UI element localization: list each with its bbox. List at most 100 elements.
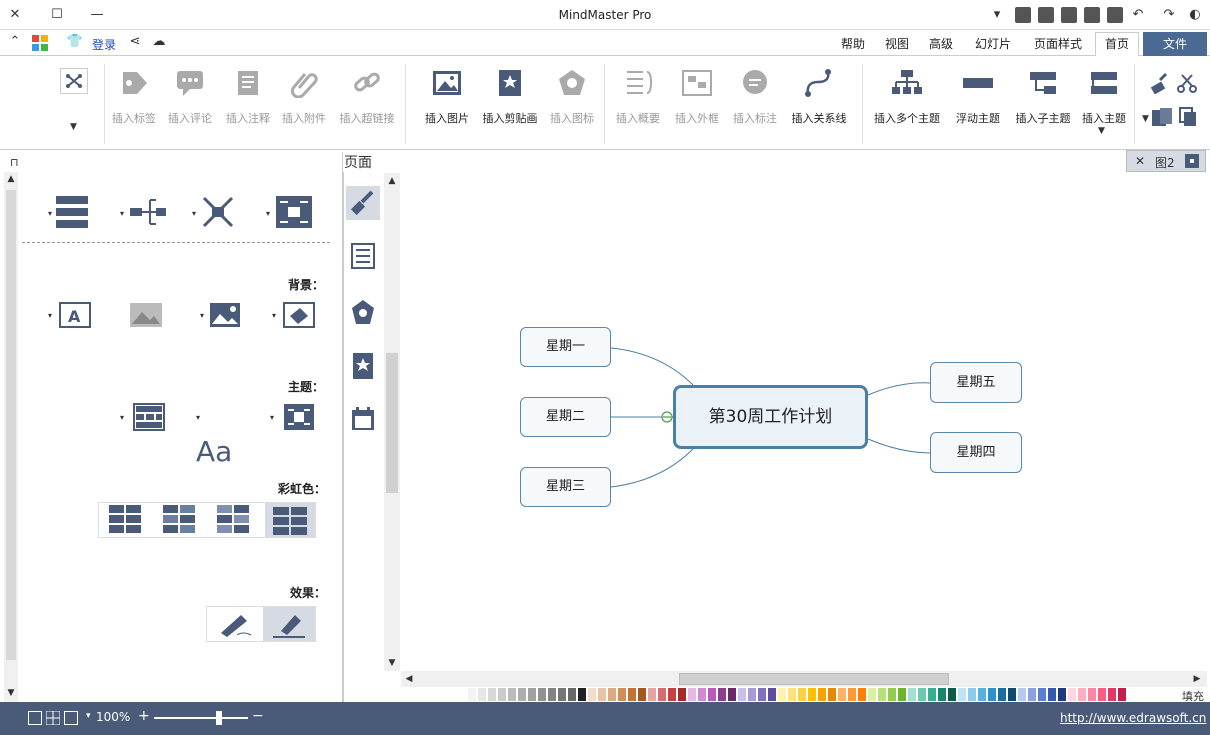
canvas-scroll-left-icon[interactable]: ◀ [401,671,417,687]
color-swatch[interactable] [718,688,726,701]
canvas-scroll-right-icon[interactable]: ▶ [1189,671,1205,687]
color-swatch[interactable] [508,688,516,701]
zoom-out-icon[interactable]: − [252,708,264,724]
website-link[interactable]: http://www.edrawsoft.cn [1060,711,1206,725]
hand-drawn-effect-button[interactable] [215,609,255,639]
redo-icon[interactable]: ↷ [1160,6,1178,24]
topic-node-wednesday[interactable]: 星期三 [520,467,611,507]
color-swatch[interactable] [958,688,966,701]
format-painter-icon[interactable] [1150,72,1170,95]
insert-multiple-topics-button[interactable]: 插入多个主题 [868,64,946,134]
customize-icon[interactable]: ▾ [988,6,1006,24]
theme-color-button[interactable]: ▾ [120,402,166,432]
color-swatch[interactable] [1018,688,1026,701]
cut-icon[interactable] [1176,72,1198,94]
insert-hyperlink-button[interactable]: 插入超链接 [334,64,400,134]
grid-icon[interactable] [45,710,61,726]
zoom-dropdown-icon[interactable]: ▾ [86,711,91,721]
zoom-level[interactable]: 100% [96,710,130,724]
layout-icon[interactable] [60,68,88,94]
color-swatch[interactable] [898,688,906,701]
clipart-panel-icon[interactable] [352,352,374,380]
theme-font-button[interactable]: ▾ Aa [196,400,242,468]
layout-dropdown-icon[interactable]: ▼ [70,122,77,132]
color-swatch[interactable] [578,688,586,701]
color-swatch[interactable] [668,688,676,701]
login-link[interactable]: 登录 [92,36,116,53]
color-swatch[interactable] [538,688,546,701]
color-swatch[interactable] [858,688,866,701]
color-swatch[interactable] [708,688,716,701]
color-swatch[interactable] [868,688,876,701]
share-network-icon[interactable]: ⋖ [126,33,144,51]
color-swatch[interactable] [888,688,896,701]
color-swatch[interactable] [598,688,606,701]
tab-slides[interactable]: 幻灯片 [970,34,1016,54]
color-swatch[interactable] [618,688,626,701]
zoom-in-icon[interactable]: + [138,708,150,724]
calendar-icon[interactable] [350,406,376,432]
color-swatch[interactable] [948,688,956,701]
color-swatch[interactable] [588,688,596,701]
theme-style-button[interactable]: ▾ [270,402,316,432]
color-swatch[interactable] [748,688,756,701]
color-swatch[interactable] [568,688,576,701]
rainbow-option-1[interactable] [109,505,143,535]
save-icon[interactable] [1061,7,1077,23]
color-swatch[interactable] [978,688,986,701]
rainbow-option-3[interactable] [217,505,251,535]
color-swatch[interactable] [788,688,796,701]
color-swatch[interactable] [998,688,1006,701]
color-swatch[interactable] [608,688,616,701]
color-swatch[interactable] [1068,688,1076,701]
canvas-scroll-up-icon[interactable]: ▲ [384,173,400,189]
zoom-slider[interactable] [154,717,248,719]
print-icon[interactable] [1038,7,1054,23]
page-setup-icon[interactable] [28,711,42,725]
export-icon[interactable] [1015,7,1031,23]
bg-text-button[interactable]: ▾ A [48,302,92,328]
bg-image-button[interactable]: ▾ [200,302,242,328]
color-swatch[interactable] [488,688,496,701]
color-swatch[interactable] [1078,688,1086,701]
color-swatch[interactable] [1108,688,1116,701]
collapse-ribbon-icon[interactable]: ⌃ [6,33,24,51]
topic-node-thursday[interactable]: 星期四 [930,432,1022,473]
insert-clipart-button[interactable]: 插入剪贴画 [480,64,540,134]
color-swatch[interactable] [498,688,506,701]
color-swatch[interactable] [1098,688,1106,701]
central-topic-node[interactable]: 第30周工作计划 [673,385,868,449]
color-swatch[interactable] [988,688,996,701]
color-swatch[interactable] [928,688,936,701]
color-swatch[interactable] [848,688,856,701]
color-swatch[interactable] [768,688,776,701]
insert-callout-button[interactable]: 插入标注 [728,64,782,134]
map-layout-button[interactable]: ▾ [192,194,242,230]
color-swatch[interactable] [628,688,636,701]
color-swatch[interactable] [528,688,536,701]
color-swatch[interactable] [738,688,746,701]
zoom-slider-handle[interactable] [216,711,222,725]
fit-page-icon[interactable] [64,711,78,725]
color-swatch[interactable] [558,688,566,701]
color-swatch[interactable] [698,688,706,701]
document-tab[interactable]: ✕ 图2 [1126,150,1206,172]
color-swatch[interactable] [818,688,826,701]
mindmap-canvas[interactable]: 星期一 星期二 星期三 第30周工作计划 星期五 星期四 [401,173,1188,671]
color-swatch[interactable] [938,688,946,701]
pin-icon[interactable]: ⊓ [10,156,19,169]
insert-summary-button[interactable]: 插入概要 [610,64,666,134]
color-swatch[interactable] [688,688,696,701]
color-swatch[interactable] [1028,688,1036,701]
color-swatch[interactable] [1058,688,1066,701]
insert-subtopic-button[interactable]: 插入子主题 [1010,64,1076,134]
rainbow-option-4[interactable] [265,503,315,537]
tab-advanced[interactable]: 高级 [924,34,958,54]
color-swatch[interactable] [478,688,486,701]
color-swatch[interactable] [1008,688,1016,701]
insert-relation-button[interactable]: 插入关系线 [786,64,852,134]
paste-icon[interactable] [1150,106,1174,128]
color-swatch[interactable] [968,688,976,701]
new-icon[interactable] [1107,7,1123,23]
insert-attachment-button[interactable]: 插入附件 [278,64,330,134]
